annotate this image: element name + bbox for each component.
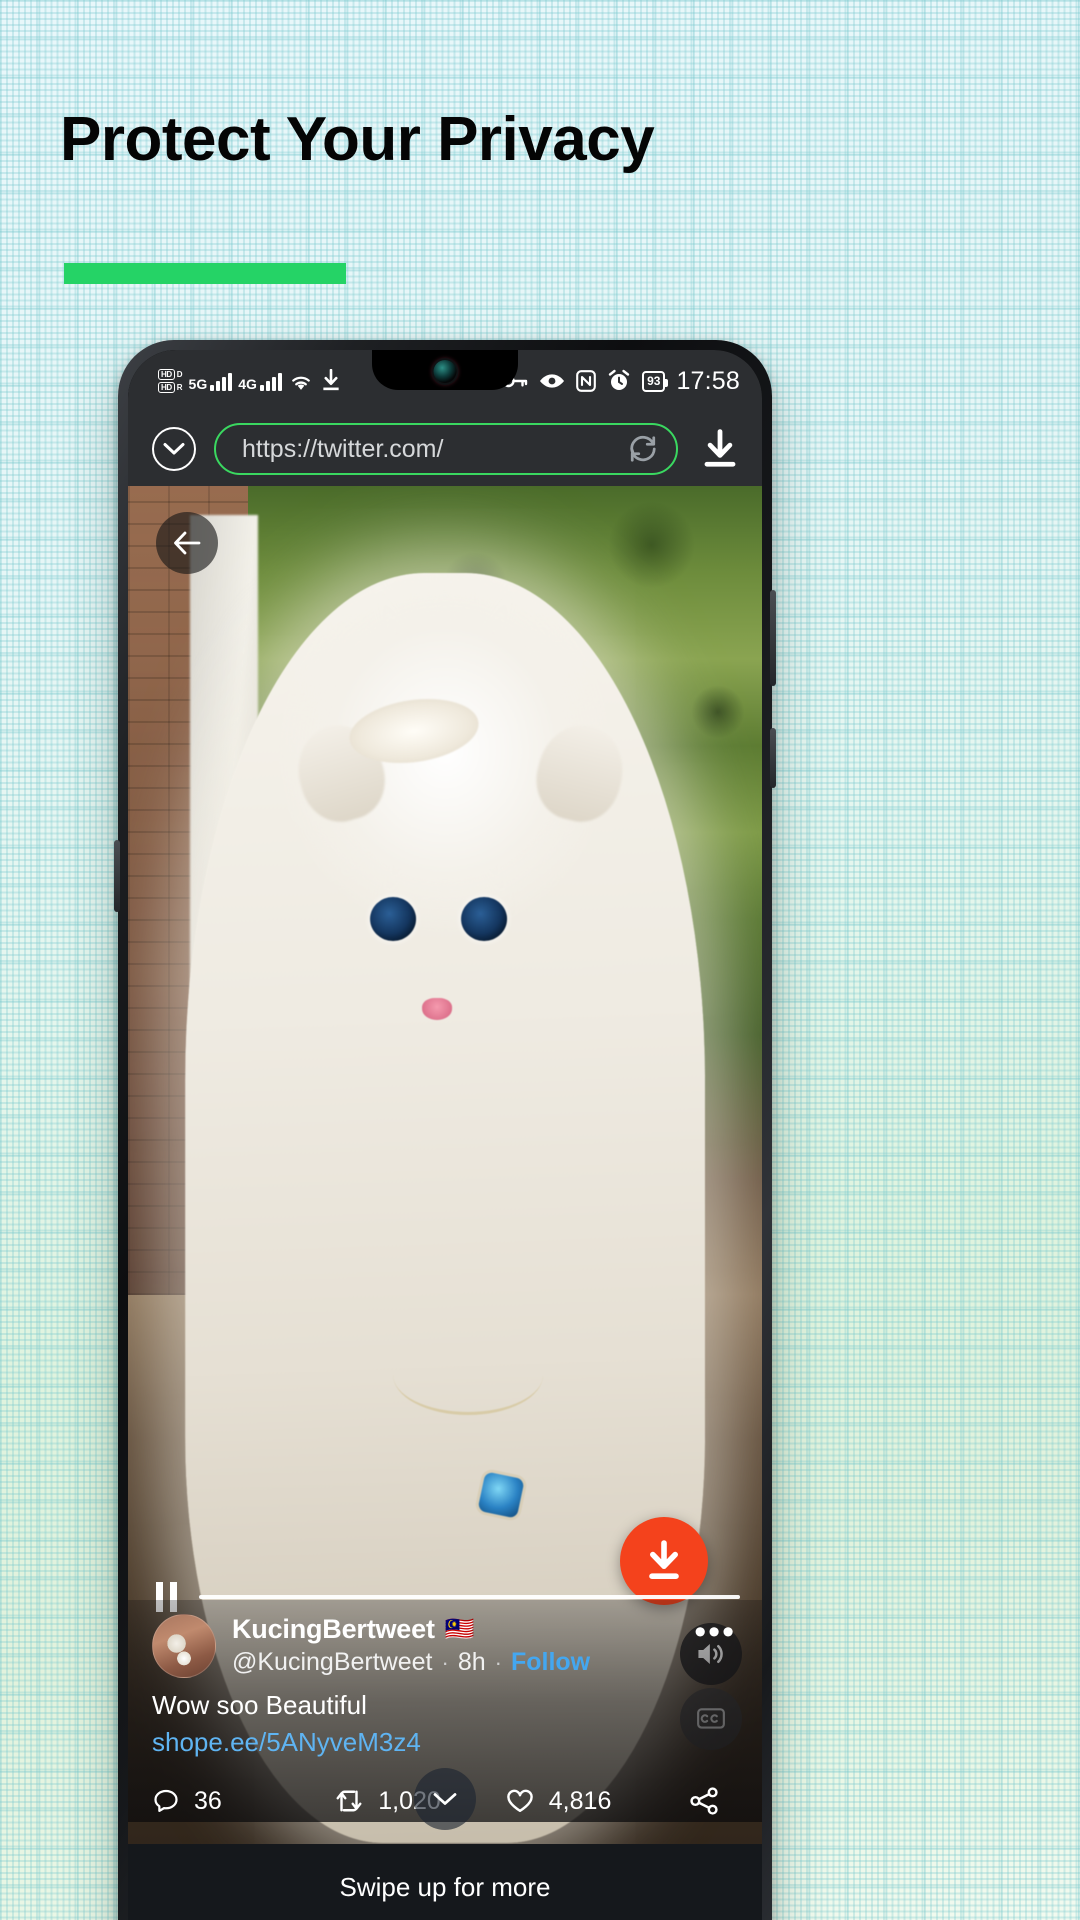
page-title: Protect Your Privacy xyxy=(60,105,655,174)
back-button[interactable] xyxy=(156,512,218,574)
sim1-signal: 5G xyxy=(189,371,233,391)
meta-separator-1: · xyxy=(441,1649,449,1675)
phone-mockup: HD D HD R 5G 4G 93 17:58 https://twitter… xyxy=(114,340,776,1920)
tweet-text: Wow soo Beautiful xyxy=(152,1690,367,1720)
like-count: 4,816 xyxy=(548,1786,612,1815)
phone-screen: HD D HD R 5G 4G 93 17:58 https://twitter… xyxy=(128,350,762,1920)
like-stat[interactable]: 4,816 xyxy=(505,1787,670,1816)
status-bar-clock: 17:58 xyxy=(676,366,740,395)
share-icon xyxy=(690,1787,718,1815)
cat-ear-right xyxy=(527,716,633,830)
reply-count: 36 xyxy=(194,1786,222,1815)
collapse-toolbar-button[interactable] xyxy=(152,427,196,471)
handle[interactable]: @KucingBertweet xyxy=(232,1648,432,1677)
display-name[interactable]: KucingBertweet xyxy=(232,1614,435,1645)
url-bar[interactable]: https://twitter.com/ xyxy=(214,423,678,475)
meta-separator-2: · xyxy=(494,1649,502,1675)
timestamp: 8h xyxy=(457,1648,486,1676)
network-type-1: 5G xyxy=(188,376,208,392)
download-icon xyxy=(704,429,736,467)
hd-voice-icon: HD D HD R xyxy=(158,369,183,393)
cat-eye-right xyxy=(460,896,507,941)
hd-label-bottom: HD xyxy=(158,382,175,393)
cat-nose xyxy=(422,998,453,1021)
swipe-hint-label: Swipe up for more xyxy=(339,1871,551,1902)
title-accent-bar xyxy=(64,263,346,284)
browser-toolbar: https://twitter.com/ xyxy=(128,412,762,486)
tweet-header: KucingBertweet 🇲🇾 @KucingBertweet · 8h ·… xyxy=(152,1614,740,1678)
wifi-icon xyxy=(292,376,310,390)
network-type-2: 4G xyxy=(238,376,257,392)
eye-icon xyxy=(540,374,565,388)
cat-eye-left xyxy=(369,896,416,941)
swipe-hint-bar[interactable]: Swipe up for more xyxy=(128,1844,762,1920)
back-arrow-icon xyxy=(174,531,201,555)
progress-bar[interactable] xyxy=(199,1595,740,1599)
alarm-clock-icon xyxy=(608,369,630,390)
signal-bars-icon-2 xyxy=(259,371,282,391)
chevron-down-icon xyxy=(433,1793,457,1805)
reply-icon xyxy=(154,1789,178,1813)
reload-icon[interactable] xyxy=(628,434,658,464)
tweet-author: KucingBertweet 🇲🇾 @KucingBertweet · 8h ·… xyxy=(232,1614,670,1677)
status-bar-right: 93 17:58 xyxy=(502,367,740,396)
tweet-author-row: KucingBertweet 🇲🇾 xyxy=(232,1614,670,1645)
hd-label-top: HD xyxy=(158,369,175,380)
flag-emoji: 🇲🇾 xyxy=(444,1615,475,1643)
battery-indicator: 93 xyxy=(642,370,669,392)
cat-necklace-chain xyxy=(393,1335,543,1416)
download-arrow-icon xyxy=(323,369,339,391)
status-bar-left: HD D HD R 5G 4G xyxy=(158,369,342,393)
share-stat[interactable] xyxy=(688,1786,740,1816)
avatar[interactable] xyxy=(152,1614,216,1678)
front-camera-icon xyxy=(433,360,457,383)
nfc-icon xyxy=(576,370,596,392)
cat-necklace-pendant xyxy=(477,1471,526,1519)
heart-icon xyxy=(507,1789,533,1813)
url-input[interactable]: https://twitter.com/ xyxy=(242,435,628,464)
chevron-down-icon xyxy=(163,443,185,455)
browser-download-button[interactable] xyxy=(696,427,744,471)
expand-more-button[interactable] xyxy=(414,1768,476,1830)
status-bar: HD D HD R 5G 4G 93 17:58 xyxy=(128,350,762,412)
video-player[interactable]: KucingBertweet 🇲🇾 @KucingBertweet · 8h ·… xyxy=(128,486,762,1920)
hd-sub-bottom: R xyxy=(176,382,183,392)
retweet-icon xyxy=(336,1790,362,1812)
hd-sub-top: D xyxy=(176,369,183,379)
battery-level: 93 xyxy=(647,374,661,388)
volume-button[interactable] xyxy=(770,590,776,686)
notch xyxy=(372,350,518,390)
side-button-left[interactable] xyxy=(114,840,120,912)
tweet-meta-row: @KucingBertweet · 8h · Follow xyxy=(232,1648,670,1677)
tweet-link[interactable]: shope.ee/5ANyveM3z4 xyxy=(152,1727,740,1758)
sim2-signal: 4G xyxy=(238,371,282,391)
power-button[interactable] xyxy=(770,728,776,788)
download-icon xyxy=(649,1540,679,1579)
follow-button[interactable]: Follow xyxy=(511,1648,590,1677)
more-options-button[interactable]: ••• xyxy=(686,1614,740,1649)
signal-bars-icon-1 xyxy=(210,371,233,391)
reply-stat[interactable]: 36 xyxy=(152,1787,334,1816)
